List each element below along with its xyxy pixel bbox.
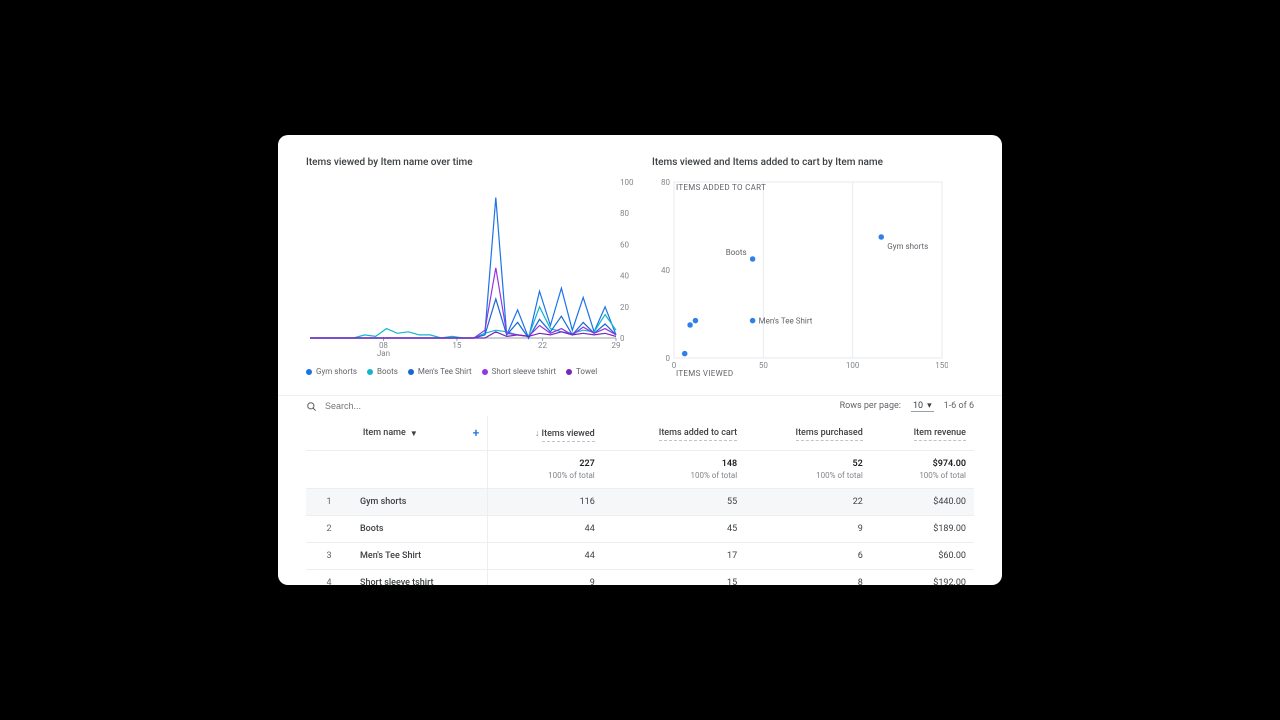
svg-text:100: 100 (620, 178, 634, 187)
svg-text:15: 15 (452, 341, 461, 350)
svg-text:40: 40 (661, 266, 670, 275)
chevron-down-icon: ▾ (927, 401, 932, 411)
sort-descending-icon: ↓ (535, 429, 540, 439)
legend-item[interactable]: Short sleeve tshirt (482, 367, 556, 376)
dimension-label: Item name (363, 428, 406, 438)
svg-text:80: 80 (620, 209, 629, 218)
chevron-down-icon: ▼ (410, 429, 418, 438)
svg-text:40: 40 (620, 272, 629, 281)
svg-text:20: 20 (620, 303, 629, 312)
svg-text:22: 22 (538, 341, 547, 350)
col-items-purchased[interactable]: Items purchased (745, 416, 871, 451)
items-table: Item name ▼ + ↓Items viewed Items added … (306, 416, 974, 585)
scatter-chart-panel: Items viewed and Items added to cart by … (652, 157, 974, 381)
page-range: 1-6 of 6 (944, 401, 974, 411)
svg-text:0: 0 (666, 354, 671, 363)
rows-per-page-value: 10 (913, 401, 923, 411)
svg-text:ITEMS ADDED TO CART: ITEMS ADDED TO CART (676, 183, 766, 192)
table-row[interactable]: 4Short sleeve tshirt9158$192.00 (306, 570, 974, 586)
table-row[interactable]: 2Boots44459$189.00 (306, 516, 974, 543)
legend-item[interactable]: Towel (566, 367, 597, 376)
scatter-chart-title: Items viewed and Items added to cart by … (652, 157, 974, 168)
svg-text:29: 29 (612, 341, 621, 350)
svg-text:80: 80 (661, 178, 670, 187)
svg-text:Men's Tee Shirt: Men's Tee Shirt (759, 317, 813, 326)
table-row[interactable]: 3Men's Tee Shirt44176$60.00 (306, 543, 974, 570)
add-dimension-button[interactable]: + (473, 426, 480, 440)
table-row[interactable]: 1Gym shorts1165522$440.00 (306, 489, 974, 516)
rows-per-page-label: Rows per page: (840, 401, 901, 411)
col-items-viewed[interactable]: ↓Items viewed (488, 416, 603, 451)
legend-item[interactable]: Boots (367, 367, 398, 376)
scatter-chart: 05010015004080ITEMS ADDED TO CARTITEMS V… (652, 178, 948, 378)
table-controls-bar: Rows per page: 10 ▾ 1-6 of 6 (278, 395, 1002, 416)
svg-text:100: 100 (846, 361, 860, 370)
search-input[interactable] (323, 400, 507, 412)
col-items-added[interactable]: Items added to cart (603, 416, 745, 451)
totals-row: 227100% of total148100% of total52100% o… (306, 451, 974, 489)
legend-item[interactable]: Gym shorts (306, 367, 357, 376)
col-item-revenue[interactable]: Item revenue (871, 416, 974, 451)
svg-text:Jan: Jan (377, 349, 390, 358)
rows-per-page-select[interactable]: 10 ▾ (911, 401, 934, 412)
svg-text:60: 60 (620, 240, 629, 249)
search-icon (306, 401, 317, 412)
line-chart-legend: Gym shorts Boots Men's Tee Shirt Short slee… (306, 367, 628, 376)
svg-text:Gym shorts: Gym shorts (887, 242, 928, 251)
line-chart: 10080604020008Jan152229 (306, 178, 642, 358)
svg-text:0: 0 (620, 334, 625, 343)
svg-text:Boots: Boots (726, 248, 747, 257)
dimension-header[interactable]: Item name ▼ + (306, 416, 488, 451)
svg-text:150: 150 (935, 361, 948, 370)
svg-text:ITEMS VIEWED: ITEMS VIEWED (676, 369, 733, 378)
line-chart-title: Items viewed by Item name over time (306, 157, 628, 168)
svg-text:50: 50 (759, 361, 768, 370)
legend-item[interactable]: Men's Tee Shirt (408, 367, 472, 376)
line-chart-panel: Items viewed by Item name over time 1008… (306, 157, 628, 381)
